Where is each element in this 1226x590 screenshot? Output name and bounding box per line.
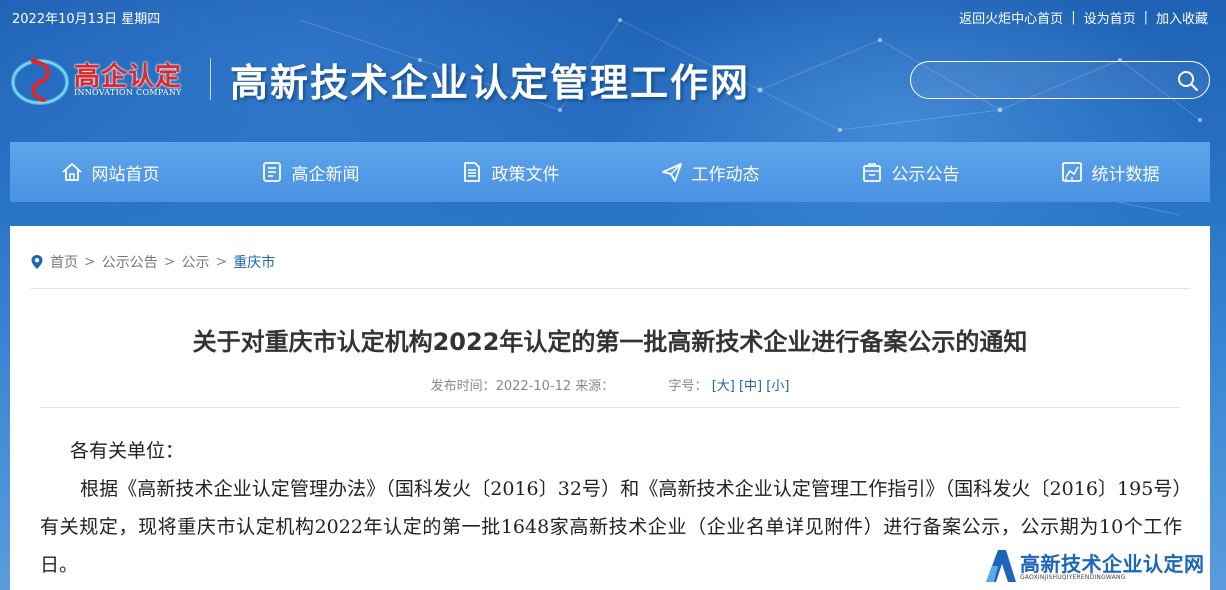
breadcrumb-separator: >	[215, 254, 228, 270]
nav-label: 高企新闻	[291, 164, 360, 185]
article-title: 关于对重庆市认定机构2022年认定的第一批高新技术企业进行备案公示的通知	[192, 328, 1028, 356]
divider	[30, 288, 1190, 289]
current-date: 2022年10月13日 星期四	[12, 12, 161, 27]
breadcrumb: 首页 > 公示公告 > 公示 > 重庆市	[30, 252, 275, 272]
search-box	[910, 61, 1210, 99]
link-separator: |	[1143, 10, 1148, 25]
top-bar: 2022年10月13日 星期四 返回火炬中心首页 | 设为首页 | 加入收藏	[12, 6, 1208, 27]
font-size-label: 字号：	[668, 379, 708, 394]
return-torch-center-link[interactable]: 返回火炬中心首页	[959, 8, 1063, 27]
nav-item-home[interactable]: 网站首页	[10, 142, 210, 202]
news-icon	[262, 162, 281, 182]
nav-item-announcements[interactable]: 公示公告	[810, 142, 1010, 202]
nav-item-statistics[interactable]: 统计数据	[1010, 142, 1210, 202]
paper-plane-icon	[661, 163, 682, 182]
font-size-large-button[interactable]: [大]	[712, 379, 735, 394]
document-icon	[463, 162, 480, 182]
publish-info: 发布时间：2022-10-12 来源：	[430, 379, 615, 394]
watermark-logo-icon	[986, 550, 1016, 582]
location-pin-icon	[31, 255, 43, 269]
link-separator: |	[1071, 10, 1076, 25]
breadcrumb-publicity[interactable]: 公示	[181, 252, 209, 272]
article-meta: 发布时间：2022-10-12 来源： 字号： [大] [中] [小]	[10, 375, 1210, 394]
breadcrumb-separator: >	[163, 254, 176, 270]
search-input[interactable]	[925, 68, 1165, 92]
chart-icon	[1061, 162, 1082, 182]
logo-divider	[210, 58, 211, 100]
nav-label: 工作动态	[691, 164, 760, 185]
logo-emblem-icon	[11, 57, 69, 105]
watermark: 高新技术企业认定网 GAOXINJISHUQIYERENDINGWANG	[984, 546, 1226, 590]
top-links: 返回火炬中心首页 | 设为首页 | 加入收藏	[959, 8, 1208, 27]
breadcrumb-chongqing[interactable]: 重庆市	[233, 252, 275, 272]
nav-item-work-updates[interactable]: 工作动态	[610, 142, 810, 202]
nav-label: 统计数据	[1091, 164, 1160, 185]
watermark-subtext: GAOXINJISHUQIYERENDINGWANG	[1020, 574, 1126, 581]
site-logo[interactable]: 高企认定 INNOVATION COMPANY	[10, 52, 210, 108]
set-homepage-link[interactable]: 设为首页	[1084, 8, 1136, 27]
add-favorite-link[interactable]: 加入收藏	[1156, 8, 1208, 27]
main-nav: 网站首页 高企新闻 政策文件 工作动态 公示公告 统计数据	[10, 142, 1210, 202]
nav-label: 政策文件	[491, 164, 560, 185]
search-icon[interactable]	[1177, 70, 1199, 92]
font-size-small-button[interactable]: [小]	[766, 379, 789, 394]
article-greeting: 各有关单位：	[70, 440, 185, 462]
watermark-text: 高新技术企业认定网	[1020, 552, 1205, 576]
breadcrumb-separator: >	[84, 254, 96, 270]
breadcrumb-announcements[interactable]: 公示公告	[102, 252, 158, 272]
nav-label: 网站首页	[91, 164, 160, 185]
font-size-medium-button[interactable]: [中]	[739, 379, 762, 394]
site-title: 高新技术企业认定管理工作网	[230, 60, 751, 105]
announcement-icon	[862, 163, 881, 182]
nav-label: 公示公告	[891, 164, 960, 185]
breadcrumb-home[interactable]: 首页	[50, 252, 78, 272]
divider	[40, 407, 1180, 408]
content-panel: 首页 > 公示公告 > 公示 > 重庆市 关于对重庆市认定机构2022年认定的第…	[10, 226, 1210, 590]
nav-item-news[interactable]: 高企新闻	[210, 142, 410, 202]
home-icon	[61, 163, 82, 181]
nav-item-policy[interactable]: 政策文件	[410, 142, 610, 202]
logo-brand-english: INNOVATION COMPANY	[74, 88, 182, 97]
